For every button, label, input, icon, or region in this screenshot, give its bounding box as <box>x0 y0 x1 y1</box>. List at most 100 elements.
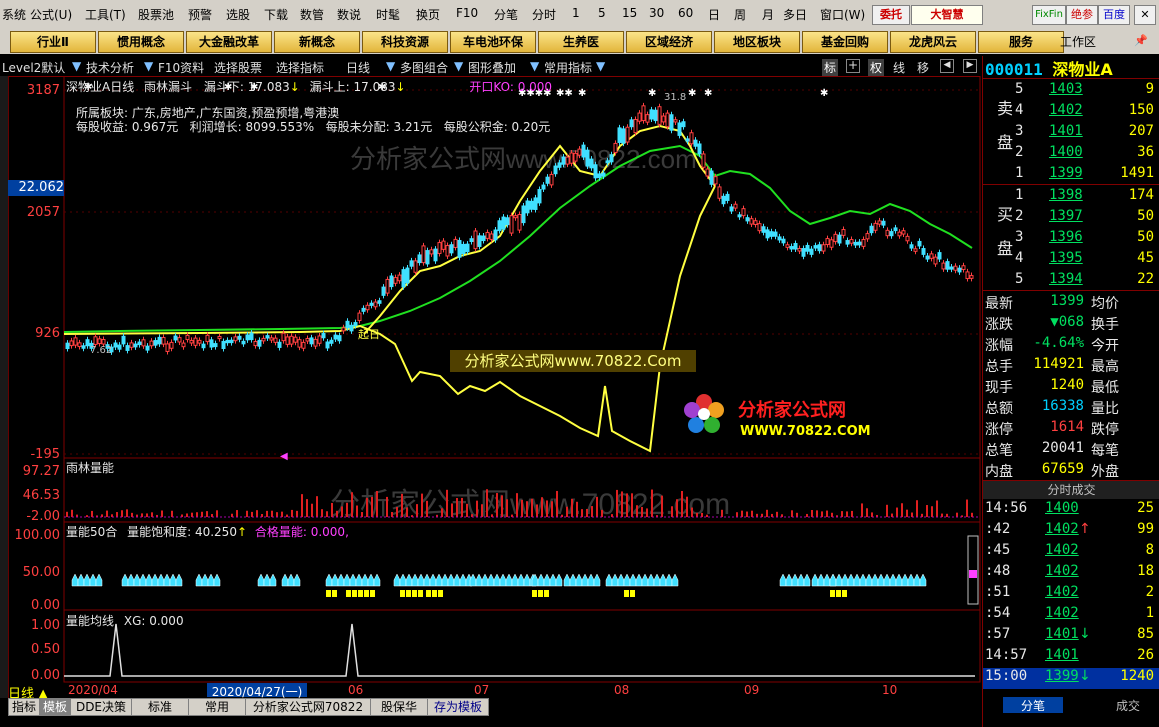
rights-button[interactable]: 权 <box>868 59 885 76</box>
volume-bar <box>311 503 313 517</box>
sector-button[interactable]: 基金回购 <box>802 31 888 53</box>
sector-button[interactable]: 科技资源 <box>362 31 448 53</box>
saturation-house-marker <box>441 573 449 587</box>
tab-dde[interactable]: DDE决策 <box>70 698 132 716</box>
juecan-button[interactable]: 绝参 <box>1066 5 1098 25</box>
save-template-button[interactable]: 存为模板 <box>427 698 489 716</box>
trade-button[interactable]: 委托 <box>872 5 910 25</box>
fundamental-info: 每股收益: 0.967元 利润增长: 8099.553% 每股未分配: 3.21… <box>76 120 551 134</box>
menu-item[interactable]: 30 <box>649 6 664 20</box>
tab-standard[interactable]: 标准 <box>131 698 189 716</box>
f10-menu[interactable]: F10资料 <box>158 59 204 76</box>
saturation-house-marker <box>453 573 461 587</box>
dropdown-icon[interactable]: ▼ <box>386 59 395 73</box>
sector-button[interactable]: 大金融改革 <box>186 31 272 53</box>
book-row[interactable]: 1 1398 174 <box>983 187 1159 208</box>
promo-banner: 分析家公式网www.70822.Com <box>450 350 696 372</box>
saturation-house-marker <box>487 573 495 587</box>
back-icon[interactable]: ◀ <box>940 59 954 73</box>
sector-button[interactable]: 生养医 <box>538 31 624 53</box>
sector-button[interactable]: 车电池环保 <box>450 31 536 53</box>
menu-item[interactable]: 周 <box>734 6 746 23</box>
book-row[interactable]: 1 1399 1491 <box>983 165 1159 186</box>
menu-item[interactable]: 分笔 <box>494 6 518 23</box>
indicator-name: 雨林漏斗 <box>144 80 193 94</box>
dropdown-icon[interactable]: ▼ <box>454 59 463 73</box>
select-indicator-menu[interactable]: 选择指标 <box>276 59 324 76</box>
saturation-house-marker <box>263 573 271 587</box>
volume-bar <box>361 512 363 517</box>
menu-item[interactable]: 多日 <box>783 6 807 23</box>
candle-body <box>421 245 426 264</box>
workspace-label[interactable]: 工作区 <box>1060 33 1130 51</box>
close-icon[interactable]: ✕ <box>1134 5 1156 25</box>
menu-item[interactable]: 工具(T) <box>85 6 126 23</box>
ticks-title[interactable]: 分时成交 <box>983 480 1159 499</box>
menu-item[interactable]: 预警 <box>188 6 212 23</box>
menu-item[interactable]: 5 <box>598 6 606 20</box>
dzh-logo-button[interactable]: 大智慧 <box>911 5 983 25</box>
tick-row: :42 1402 ↑ 99 <box>985 521 1154 537</box>
menu-item[interactable]: 数管 <box>300 6 324 23</box>
sector-button[interactable]: 行业Ⅱ <box>10 31 96 53</box>
volume-bar <box>71 509 73 517</box>
svg-text:✱: ✱ <box>688 88 696 99</box>
menu-item[interactable]: 分时 <box>532 6 556 23</box>
dropdown-icon[interactable]: ▼ <box>530 59 539 73</box>
candle-body <box>481 235 486 242</box>
tab-indicator[interactable]: 指标 <box>8 698 40 716</box>
tab-common[interactable]: 常用 <box>188 698 246 716</box>
select-stock-menu[interactable]: 选择股票 <box>214 59 262 76</box>
saturation-house-marker <box>889 573 897 587</box>
book-row[interactable]: 5 1394 22 <box>983 271 1159 292</box>
menu-item[interactable]: 窗口(W) <box>820 6 865 23</box>
tab-template[interactable]: 模板 <box>39 698 71 716</box>
pin-icon[interactable]: 📌 <box>1134 34 1148 47</box>
candle-body <box>673 119 678 123</box>
tech-analysis-menu[interactable]: 技术分析 <box>86 59 134 76</box>
period-selector[interactable]: 日线 <box>346 59 370 76</box>
baidu-button[interactable]: 百度 <box>1098 5 1130 25</box>
tab-ticks[interactable]: 分笔 <box>1003 697 1063 713</box>
chart-area[interactable]: 分析家公式网www.70822.com 分析家公式网www.70822.com … <box>0 76 982 698</box>
menu-item[interactable]: 换页 <box>416 6 440 23</box>
multi-chart-menu[interactable]: 多图组合 <box>400 59 448 76</box>
dropdown-icon[interactable]: ▼ <box>144 59 153 73</box>
line-button[interactable]: 线 <box>893 59 905 76</box>
menu-item[interactable]: 公式(U) <box>30 6 72 23</box>
menu-item[interactable]: F10 <box>456 6 478 20</box>
tab-deals[interactable]: 成交 <box>1103 697 1153 713</box>
menu-item[interactable]: 日 <box>708 6 720 23</box>
overlay-menu[interactable]: 图形叠加 <box>468 59 516 76</box>
menu-item[interactable]: 15 <box>622 6 637 20</box>
menu-item[interactable]: 选股 <box>226 6 250 23</box>
menu-item[interactable]: 股票池 <box>138 6 174 23</box>
watermark-text-2: 分析家公式网www.70822.com <box>330 488 730 521</box>
sector-button[interactable]: 服务 <box>978 31 1064 53</box>
fixfin-button[interactable]: FixFin <box>1032 5 1066 25</box>
menu-item[interactable]: 系统 <box>2 6 26 23</box>
menu-item[interactable]: 月 <box>762 6 774 23</box>
sector-button[interactable]: 地区板块 <box>714 31 800 53</box>
dropdown-icon[interactable]: ▼ <box>596 59 605 73</box>
level2-selector[interactable]: Level2默认 <box>2 59 65 76</box>
mark-button[interactable]: 标 <box>822 59 839 76</box>
menu-item[interactable]: 1 <box>572 6 580 20</box>
book-row[interactable]: 5 1403 9 <box>983 81 1159 102</box>
dropdown-icon[interactable]: ▼ <box>72 59 81 73</box>
tab-formula-site[interactable]: 分析家公式网70822 <box>245 698 371 716</box>
menu-item[interactable]: 下载 <box>264 6 288 23</box>
sector-button[interactable]: 惯用概念 <box>98 31 184 53</box>
menu-item[interactable]: 60 <box>678 6 693 20</box>
tab-gubaohua[interactable]: 股保华 <box>370 698 428 716</box>
sector-button[interactable]: 区域经济 <box>626 31 712 53</box>
move-button[interactable]: 移 <box>917 59 929 76</box>
forward-icon[interactable]: ▶ <box>963 59 977 73</box>
menu-item[interactable]: 数说 <box>337 6 361 23</box>
sector-button[interactable]: 新概念 <box>274 31 360 53</box>
menu-item[interactable]: 时髦 <box>376 6 400 23</box>
volume-bar <box>346 502 348 517</box>
common-indicator-menu[interactable]: 常用指标 <box>544 59 592 76</box>
crosshair-icon[interactable]: + <box>846 59 860 73</box>
sector-button[interactable]: 龙虎风云 <box>890 31 976 53</box>
